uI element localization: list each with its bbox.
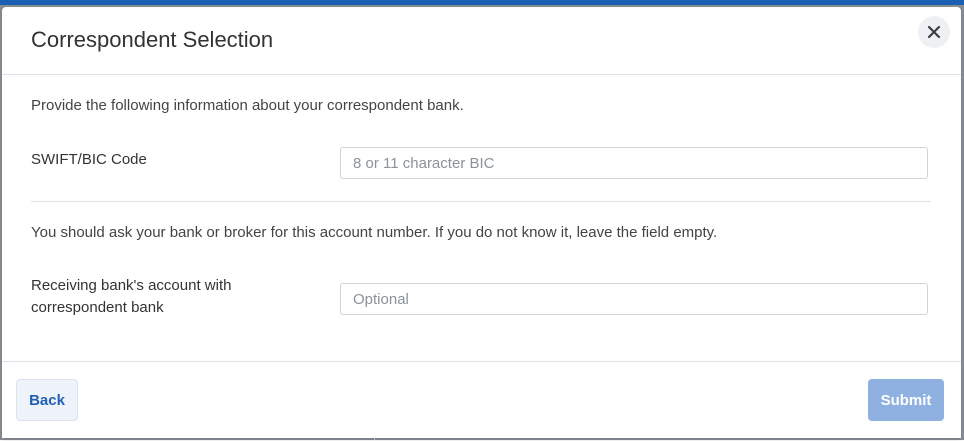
close-icon — [927, 25, 941, 39]
submit-button[interactable]: Submit — [868, 379, 944, 421]
swift-bic-label: SWIFT/BIC Code — [31, 151, 147, 168]
modal-footer: Back Submit — [2, 361, 961, 439]
account-note-text: You should ask your bank or broker for t… — [31, 224, 718, 241]
background-header-bar — [0, 0, 964, 5]
modal-header: Correspondent Selection — [2, 7, 961, 75]
receiving-account-input[interactable] — [340, 283, 928, 315]
intro-text: Provide the following information about … — [31, 97, 464, 114]
swift-bic-input[interactable] — [340, 147, 928, 179]
section-divider — [31, 201, 931, 202]
modal-title: Correspondent Selection — [31, 27, 274, 52]
close-button[interactable] — [918, 16, 950, 48]
back-button[interactable]: Back — [16, 379, 78, 421]
receiving-account-label: Receiving bank's account with correspond… — [31, 277, 232, 316]
correspondent-selection-modal: Correspondent Selection Provide the foll… — [2, 7, 961, 438]
